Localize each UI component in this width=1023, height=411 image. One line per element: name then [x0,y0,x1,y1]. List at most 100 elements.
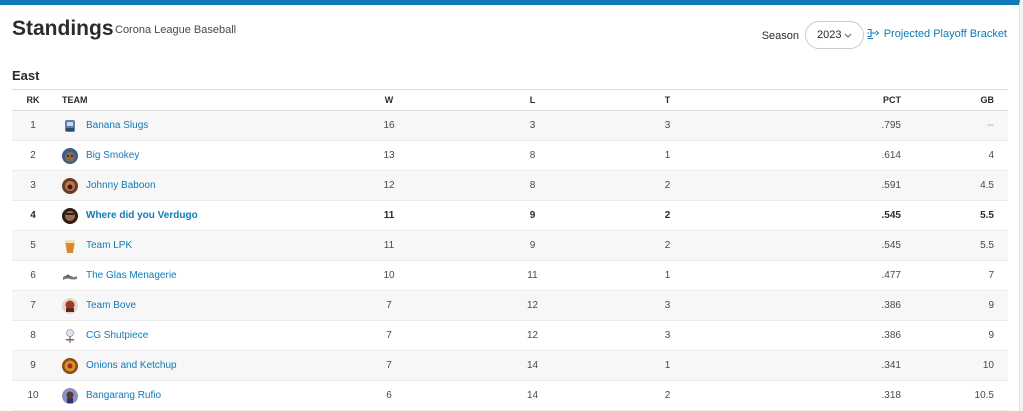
pct-cell: .614 [724,140,906,171]
pct-cell: .386 [724,290,906,321]
table-row: 5 Team LPK 11 9 2.545 5.5 [12,230,1008,261]
wins-cell: 16 [324,110,454,141]
team-link[interactable]: Banana Slugs [62,118,324,134]
team-link[interactable]: CG Shutpiece [62,328,324,344]
bracket-icon [867,28,880,40]
team-link[interactable]: The Glas Menagerie [62,268,324,284]
games-back-cell: 5.5 [906,230,1008,261]
table-row: 9 Onions and Ketchup 7 14 1.341 10 [12,350,1008,381]
rank-cell: 9 [12,350,54,381]
team-name[interactable]: CG Shutpiece [86,330,148,341]
team-cell: CG Shutpiece [54,320,324,351]
ties-cell: 3 [611,320,724,351]
team-name[interactable]: Onions and Ketchup [86,360,177,371]
pct-cell: .341 [724,350,906,381]
ties-cell: 2 [611,170,724,201]
table-row: 1 Banana Slugs 16 3 3.795 -- [12,110,1008,141]
pct-cell: .477 [724,260,906,291]
bracket-link-label: Projected Playoff Bracket [883,28,1007,40]
team-link[interactable]: Johnny Baboon [62,177,324,194]
pct-cell: .591 [724,170,906,201]
team-link[interactable]: Team Bove [62,297,324,314]
wins-cell: 11 [324,230,454,261]
season-label: Season [761,30,799,42]
projected-playoff-bracket-link[interactable]: Projected Playoff Bracket [867,28,1007,40]
column-header-l[interactable]: L [454,89,611,111]
rank-cell: 3 [12,170,54,201]
table-row: 10 Bangarang Rufio 6 14 2.318 10.5 [12,380,1008,411]
team-name[interactable]: Bangarang Rufio [86,390,161,401]
games-back-cell: -- [906,110,1008,141]
ties-cell: 1 [611,260,724,291]
team-link[interactable]: Big Smokey [62,147,324,164]
column-header-pct[interactable]: PCT [724,89,906,111]
losses-cell: 9 [454,230,611,261]
games-back-cell: 9 [906,290,1008,321]
standings-table: RK TEAM W L T PCT GB 1 Banana Slugs 16 3 3.7… [12,89,1008,411]
team-name[interactable]: Johnny Baboon [86,180,156,191]
losses-cell: 12 [454,320,611,351]
team-cell: Onions and Ketchup [54,350,324,381]
league-name: Corona League Baseball [115,24,237,36]
column-header-team[interactable]: TEAM [54,89,324,111]
team-name[interactable]: Where did you Verdugo [86,210,198,221]
team-cell: Bangarang Rufio [54,380,324,411]
team-bove-logo-icon [62,297,78,314]
standings-card: Standings Corona League Baseball Season … [0,0,1020,411]
wins-cell: 12 [324,170,454,201]
rank-cell: 1 [12,110,54,141]
team-cell: The Glas Menagerie [54,260,324,291]
team-name[interactable]: Banana Slugs [86,120,148,131]
team-link[interactable]: Onions and Ketchup [62,357,324,374]
chevron-down-icon [844,33,852,38]
onions-ketchup-logo-icon [62,357,78,374]
team-link[interactable]: Bangarang Rufio [62,387,324,404]
standings-rows: 1 Banana Slugs 16 3 3.795 -- 2 Big Smokey 13 8 1.6… [12,110,1008,411]
team-name[interactable]: Big Smokey [86,150,139,161]
losses-cell: 11 [454,260,611,291]
table-row: 4 Where did you Verdugo 11 9 2.545 5.5 [12,200,1008,231]
pct-cell: .545 [724,200,906,231]
ties-cell: 2 [611,380,724,411]
team-name[interactable]: Team Bove [86,300,136,311]
column-header-gb[interactable]: GB [906,89,1008,111]
losses-cell: 14 [454,380,611,411]
games-back-cell: 10.5 [906,380,1008,411]
rank-cell: 8 [12,320,54,351]
wins-cell: 7 [324,320,454,351]
verdugo-logo-icon [62,207,78,224]
games-back-cell: 7 [906,260,1008,291]
column-header-rk[interactable]: RK [12,89,54,111]
big-smokey-logo-icon [62,147,78,164]
column-header-t[interactable]: T [611,89,724,111]
wins-cell: 11 [324,200,454,231]
team-name[interactable]: The Glas Menagerie [86,270,177,281]
team-cell: Team LPK [54,230,324,261]
team-cell: Banana Slugs [54,110,324,141]
team-link[interactable]: Where did you Verdugo [62,207,324,224]
team-link[interactable]: Team LPK [62,238,324,254]
table-row: 6 The Glas Menagerie 10 11 1.477 7 [12,260,1008,291]
losses-cell: 14 [454,350,611,381]
wins-cell: 10 [324,260,454,291]
wins-cell: 13 [324,140,454,171]
wins-cell: 7 [324,290,454,321]
losses-cell: 8 [454,140,611,171]
column-header-w[interactable]: W [324,89,454,111]
page-title: Standings [12,17,114,40]
games-back-cell: 9 [906,320,1008,351]
table-row: 8 CG Shutpiece 7 12 3.386 9 [12,320,1008,351]
rank-cell: 10 [12,380,54,411]
ties-cell: 3 [611,290,724,321]
team-cell: Where did you Verdugo [54,200,324,231]
ties-cell: 1 [611,140,724,171]
losses-cell: 8 [454,170,611,201]
games-back-cell: 10 [906,350,1008,381]
cg-shutpiece-logo-icon [62,328,78,344]
pct-cell: .545 [724,230,906,261]
games-back-cell: 5.5 [906,200,1008,231]
season-dropdown[interactable]: 2023 [805,21,864,49]
division-title: East [12,68,40,83]
team-name[interactable]: Team LPK [86,240,132,251]
johnny-baboon-logo-icon [62,177,78,194]
